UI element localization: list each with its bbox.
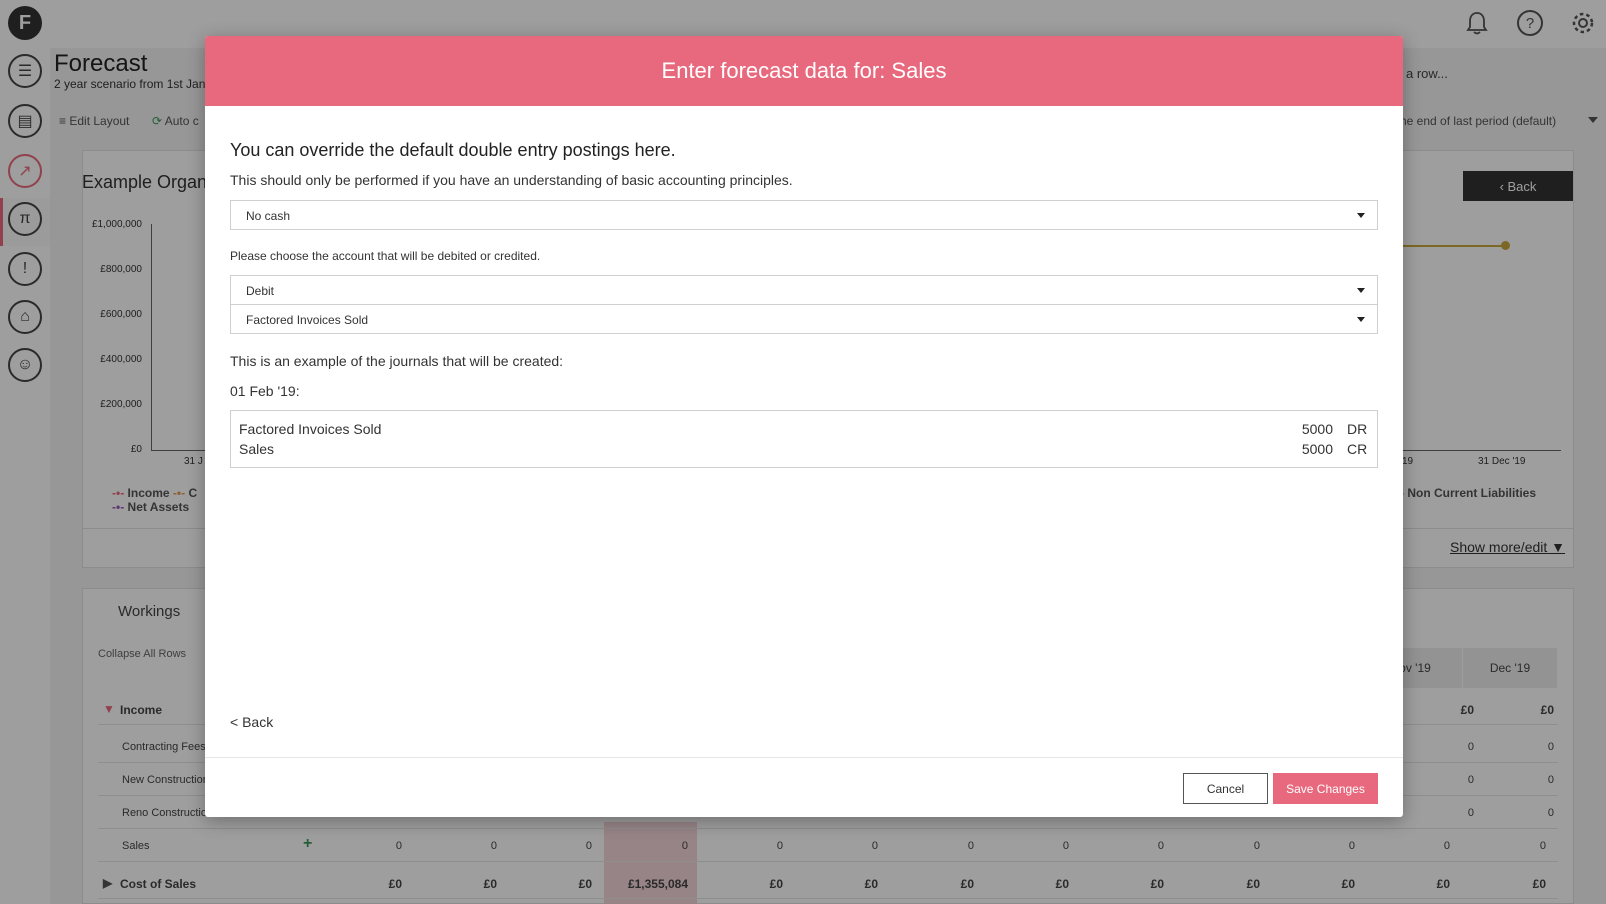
modal-footer: Cancel Save Changes	[205, 757, 1403, 817]
modal-heading: You can override the default double entr…	[230, 140, 676, 160]
save-changes-button[interactable]: Save Changes	[1273, 773, 1378, 804]
choose-account-label: Please choose the account that will be d…	[230, 249, 541, 263]
journal-account: Sales	[239, 441, 275, 457]
chevron-down-icon	[1357, 213, 1365, 218]
cancel-button[interactable]: Cancel	[1183, 773, 1268, 804]
journal-date: 01 Feb '19:	[230, 383, 300, 399]
modal-title: Enter forecast data for: Sales	[661, 58, 947, 83]
journal-row: Factored Invoices Sold 5000 DR	[239, 421, 1369, 441]
account-select[interactable]: Factored Invoices Sold	[230, 304, 1378, 334]
journal-amount: 5000	[1301, 421, 1333, 437]
chevron-down-icon	[1357, 317, 1365, 322]
chevron-down-icon	[1357, 288, 1365, 293]
modal-note: This should only be performed if you hav…	[230, 172, 793, 188]
forecast-modal: Enter forecast data for: Sales You can o…	[205, 36, 1403, 817]
journal-amount: 5000	[1301, 441, 1333, 457]
direction-select-value: Debit	[246, 284, 275, 298]
cash-select[interactable]: No cash	[230, 200, 1378, 230]
modal-header: Enter forecast data for: Sales	[205, 36, 1403, 106]
direction-select[interactable]: Debit	[230, 275, 1378, 305]
journal-box: Factored Invoices Sold 5000 DR Sales 500…	[230, 410, 1378, 468]
journal-row: Sales 5000 CR	[239, 441, 1369, 461]
account-select-value: Factored Invoices Sold	[246, 313, 369, 327]
journal-side: DR	[1347, 421, 1368, 437]
journal-account: Factored Invoices Sold	[239, 421, 382, 437]
cash-select-value: No cash	[246, 209, 291, 223]
journal-side: CR	[1347, 441, 1368, 457]
modal-back-link[interactable]: < Back	[230, 714, 273, 730]
journal-example-label: This is an example of the journals that …	[230, 353, 564, 369]
